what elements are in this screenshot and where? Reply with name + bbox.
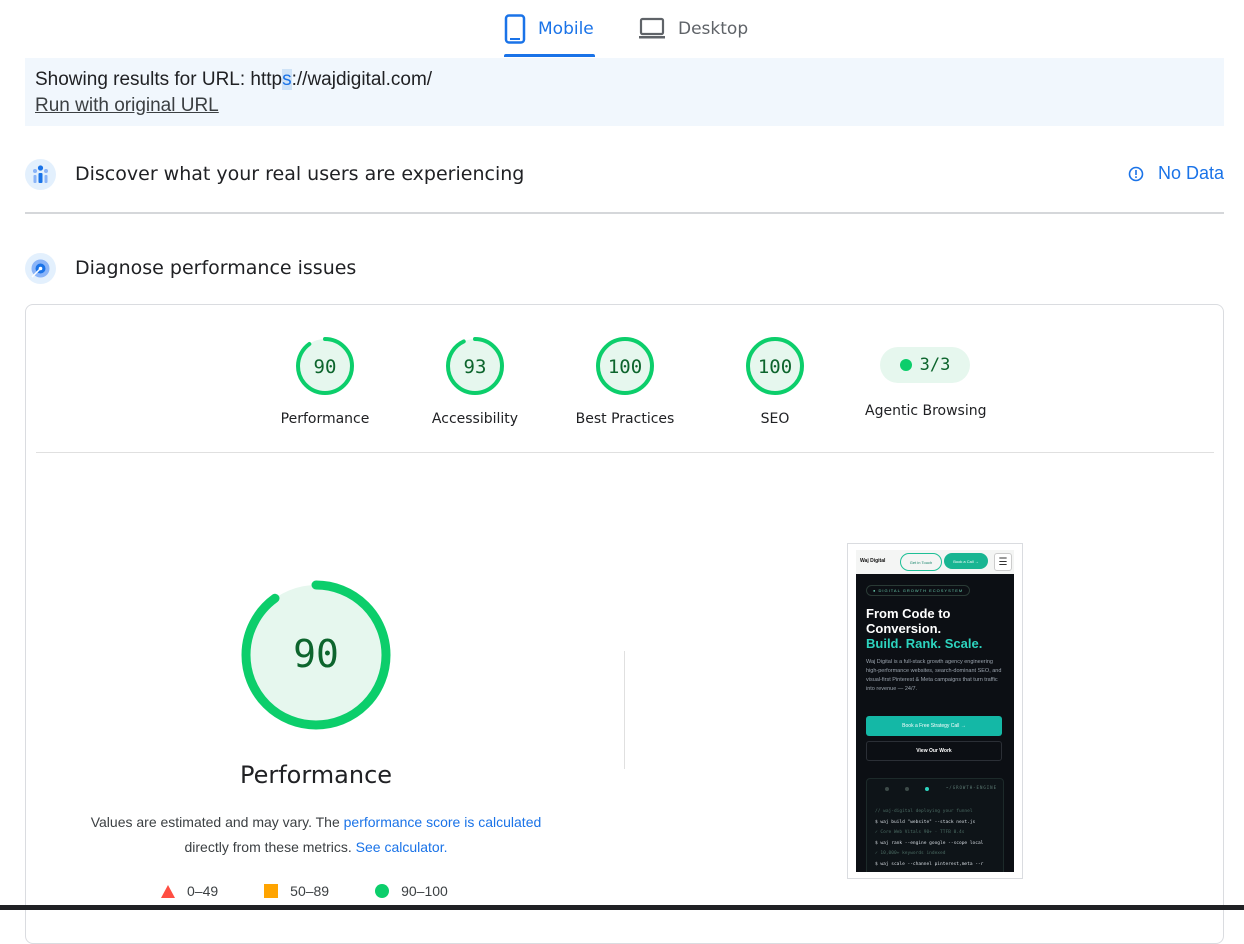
gauge-seo[interactable]: 100 SEO xyxy=(715,335,835,427)
score-calculated-link[interactable]: performance score is calculated xyxy=(344,814,542,830)
legend-pass: 90–100 xyxy=(375,883,448,899)
no-data-label: No Data xyxy=(1157,163,1224,183)
thumb-headline-1: From Code to xyxy=(866,606,951,621)
thumb-badge: ● DIGITAL GROWTH ECOSYSTEM xyxy=(866,585,970,596)
note-text-2: directly from these metrics. xyxy=(184,839,352,855)
score-legend: 0–49 50–89 90–100 xyxy=(161,883,448,899)
terminal-line: $ waj scale --channel pinterest,meta --r xyxy=(875,861,984,867)
score-value: 93 xyxy=(464,356,487,378)
field-data-icon xyxy=(25,159,56,190)
report-card: 90 Performance 93 Accessibility 100 Best… xyxy=(25,304,1224,944)
vertical-separator xyxy=(624,651,625,769)
phone-icon xyxy=(504,14,526,44)
info-icon xyxy=(1128,166,1144,181)
score-label: Performance xyxy=(280,411,370,427)
square-icon xyxy=(264,884,279,898)
terminal-line: ✓ 10,000+ keywords indexed xyxy=(875,851,946,856)
gauge-best-practices[interactable]: 100 Best Practices xyxy=(565,335,685,427)
no-data-button[interactable]: No Data xyxy=(1128,163,1224,184)
note-text-1: Values are estimated and may vary. The xyxy=(90,814,344,830)
score-ring: 93 xyxy=(446,337,504,395)
thumb-subheadline: Build. Rank. Scale. xyxy=(866,636,983,651)
thumb-headline-2: Conversion. xyxy=(866,621,942,636)
legend-average: 50–89 xyxy=(264,883,329,899)
terminal-line: $ waj build "website" --stack next.js xyxy=(875,819,976,825)
score-ring: 90 xyxy=(296,337,354,395)
pass-dot-icon xyxy=(899,359,912,371)
thumb-touch-button: Get in Touch xyxy=(900,553,942,571)
score-ring: 100 xyxy=(596,337,654,395)
url-suffix: ://wajdigital.com/ xyxy=(291,69,433,90)
laptop-icon xyxy=(639,17,665,39)
card-divider xyxy=(36,452,1214,453)
url-highlight: s xyxy=(282,69,292,90)
url-prefix: Showing results for URL: http xyxy=(35,69,283,90)
device-tabs: Mobile Desktop xyxy=(0,0,1244,58)
section-divider xyxy=(25,212,1224,214)
diagnose-title: Diagnose performance issues xyxy=(75,257,357,279)
active-tab-indicator xyxy=(504,54,595,57)
score-value: 100 xyxy=(608,356,642,378)
thumb-terminal: ~/GROWTH-ENGINE // waj-digital deploying… xyxy=(866,778,1004,872)
see-calculator-link[interactable]: See calculator. xyxy=(356,839,448,855)
gauge-agentic-browsing[interactable]: 3/3 Agentic Browsing xyxy=(865,335,987,419)
triangle-icon xyxy=(161,884,175,898)
main-score-ring: 90 xyxy=(241,580,391,730)
gauge-performance[interactable]: 90 Performance xyxy=(265,335,385,427)
main-score-value: 90 xyxy=(293,632,339,676)
diagnose-section: Diagnose performance issues xyxy=(25,249,1224,289)
thumb-site-header: Waj Digital Get in Touch Book a Call → ☰ xyxy=(856,550,1014,574)
score-label: Accessibility xyxy=(431,411,519,427)
thumb-menu-icon: ☰ xyxy=(994,553,1012,571)
legend-fail: 0–49 xyxy=(161,883,218,899)
page-screenshot-thumbnail[interactable]: Waj Digital Get in Touch Book a Call → ☰… xyxy=(847,543,1023,879)
legend-fail-label: 0–49 xyxy=(187,883,219,899)
thumb-paragraph: Waj Digital is a full-stack growth agenc… xyxy=(866,659,1002,692)
crux-title: Discover what your real users are experi… xyxy=(75,163,525,185)
score-value: 90 xyxy=(314,356,337,378)
crux-section: Discover what your real users are experi… xyxy=(25,155,1224,195)
legend-pass-label: 90–100 xyxy=(401,883,448,899)
terminal-line: // waj-digital deploying your funnel xyxy=(875,809,973,814)
thumb-terminal-dots xyxy=(885,787,929,791)
run-original-url-link[interactable]: Run with original URL xyxy=(35,95,219,117)
tab-mobile-label: Mobile xyxy=(538,19,594,39)
thumb-call-button: Book a Call → xyxy=(944,553,988,569)
score-note: Values are estimated and may vary. The p… xyxy=(66,810,566,860)
score-label: Best Practices xyxy=(575,411,675,427)
bottom-edge xyxy=(0,905,1244,910)
thumb-work-button: View Our Work xyxy=(866,741,1002,761)
legend-average-label: 50–89 xyxy=(290,883,330,899)
thumb-cta-button: Book a Free Strategy Call → xyxy=(866,716,1002,736)
agentic-label: Agentic Browsing xyxy=(865,403,987,419)
terminal-line: $ waj rank --engine google --scope local xyxy=(875,840,984,846)
tab-mobile[interactable]: Mobile xyxy=(504,0,594,58)
thumb-logo: Waj Digital xyxy=(860,558,886,564)
tab-desktop-label: Desktop xyxy=(678,19,749,39)
tab-desktop[interactable]: Desktop xyxy=(638,0,748,58)
circle-icon xyxy=(375,884,390,898)
thumb-headline: From Code to Conversion. xyxy=(866,606,951,636)
score-label: SEO xyxy=(760,411,790,427)
terminal-line: ✓ Core Web Vitals 90+ · TTFB 0.4s xyxy=(875,830,965,835)
score-value: 100 xyxy=(758,356,792,378)
agentic-pill: 3/3 xyxy=(880,347,970,383)
agentic-value: 3/3 xyxy=(919,355,951,375)
lab-data-icon xyxy=(25,253,56,284)
thumb-terminal-lines: // waj-digital deploying your funnel $ w… xyxy=(875,807,983,870)
gauge-accessibility[interactable]: 93 Accessibility xyxy=(415,335,535,427)
score-ring: 100 xyxy=(746,337,804,395)
thumb-terminal-tag: ~/GROWTH-ENGINE xyxy=(945,785,997,790)
thumb-hero: ● DIGITAL GROWTH ECOSYSTEM From Code to … xyxy=(856,574,1014,872)
url-notice-text: Showing results for URL: https://wajdigi… xyxy=(35,69,432,91)
url-notice: Showing results for URL: https://wajdigi… xyxy=(25,58,1224,126)
main-score-label: Performance xyxy=(239,761,393,789)
